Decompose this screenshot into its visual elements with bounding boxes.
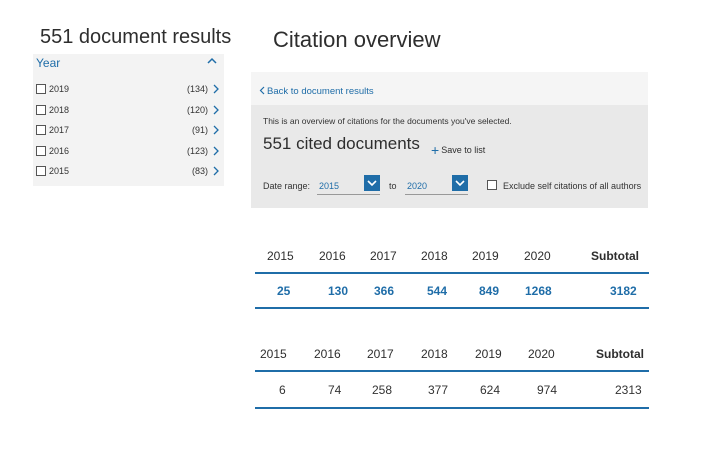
table-cell-subtotal[interactable]: 3182 — [610, 284, 637, 298]
citations-table-excluding-self: 2015 2016 2017 2018 2019 2020 Subtotal 6… — [255, 338, 649, 412]
save-to-list-label: Save to list — [441, 145, 486, 155]
chevron-left-icon — [259, 86, 265, 95]
chevron-right-icon[interactable] — [211, 103, 221, 117]
column-header: 2018 — [421, 347, 448, 361]
facet-row-count: (123) — [186, 146, 208, 156]
from-year-underline — [317, 194, 380, 195]
facet-row-2017[interactable]: 2017 (91) — [36, 123, 222, 139]
column-header: 2018 — [421, 249, 448, 263]
facet-row-2018[interactable]: 2018 (120) — [36, 103, 222, 119]
column-header: 2017 — [370, 249, 397, 263]
table-rule — [255, 272, 649, 274]
table-cell: 377 — [428, 383, 449, 397]
intro-text: This is an overview of citations for the… — [263, 116, 512, 126]
chevron-right-icon[interactable] — [211, 82, 221, 96]
to-year-underline — [405, 194, 468, 195]
to-year-value[interactable]: 2020 — [407, 181, 427, 191]
checkbox[interactable] — [36, 105, 46, 115]
column-header: 2017 — [367, 347, 394, 361]
table-rule — [255, 370, 649, 372]
exclude-self-citations-label: Exclude self citations of all authors — [503, 181, 642, 191]
chevron-down-icon — [367, 180, 377, 187]
table-cell[interactable]: 130 — [328, 284, 348, 298]
table-cell[interactable]: 544 — [427, 284, 447, 298]
chevron-down-icon — [455, 180, 465, 187]
citation-panel: Back to document results This is an over… — [251, 72, 648, 208]
table-rule — [255, 307, 649, 309]
cited-documents-title: 551 cited documents — [263, 134, 420, 153]
table-cell-subtotal: 2313 — [615, 383, 642, 397]
facet-row-label: 2015 — [49, 166, 70, 176]
facet-row-label: 2016 — [49, 146, 70, 156]
citations-table: 2015 2016 2017 2018 2019 2020 Subtotal 2… — [255, 240, 649, 310]
chevron-right-icon[interactable] — [211, 164, 221, 178]
back-link[interactable]: Back to document results — [259, 86, 374, 97]
column-header: 2015 — [267, 249, 294, 263]
column-header: 2019 — [472, 249, 499, 263]
plus-icon: + — [431, 142, 440, 158]
checkbox[interactable] — [36, 84, 46, 94]
table-cell[interactable]: 849 — [479, 284, 499, 298]
facet-row-label: 2017 — [49, 125, 70, 135]
table-cell: 974 — [537, 383, 558, 397]
column-header: 2016 — [319, 249, 346, 263]
from-year-dropdown[interactable] — [364, 175, 380, 191]
table-cell: 258 — [372, 383, 393, 397]
table-rule — [255, 407, 649, 409]
chevron-right-icon[interactable] — [211, 144, 221, 158]
date-range-label: Date range: — [263, 181, 311, 191]
save-to-list-button[interactable]: + Save to list — [431, 140, 486, 158]
column-header: 2020 — [528, 347, 555, 361]
chevron-right-icon[interactable] — [211, 123, 221, 137]
to-label: to — [389, 181, 397, 191]
table-cell[interactable]: 1268 — [525, 284, 552, 298]
column-header-subtotal: Subtotal — [591, 249, 639, 263]
table-cell: 624 — [480, 383, 501, 397]
back-link-label: Back to document results — [267, 86, 374, 97]
table-cell: 74 — [328, 383, 342, 397]
checkbox[interactable] — [36, 146, 46, 156]
exclude-self-citations-checkbox[interactable] — [487, 180, 497, 190]
year-facet-header[interactable]: Year — [36, 56, 60, 70]
column-header: 2015 — [260, 347, 287, 361]
facet-row-2019[interactable]: 2019 (134) — [36, 82, 222, 98]
column-header: 2020 — [524, 249, 551, 263]
facet-row-count: (120) — [186, 105, 208, 115]
facet-row-count: (91) — [191, 125, 208, 135]
facet-row-2015[interactable]: 2015 (83) — [36, 164, 222, 180]
to-year-dropdown[interactable] — [452, 175, 468, 191]
column-header: 2016 — [314, 347, 341, 361]
from-year-value[interactable]: 2015 — [319, 181, 339, 191]
facet-row-2016[interactable]: 2016 (123) — [36, 144, 222, 160]
facet-row-count: (83) — [191, 166, 208, 176]
facet-row-label: 2019 — [49, 84, 70, 94]
column-header: 2019 — [475, 347, 502, 361]
table-cell[interactable]: 25 — [277, 284, 290, 298]
checkbox[interactable] — [36, 125, 46, 135]
column-header-subtotal: Subtotal — [596, 347, 644, 361]
chevron-up-icon[interactable] — [205, 54, 219, 68]
results-count-title: 551 document results — [40, 26, 232, 48]
page-title: Citation overview — [273, 27, 441, 52]
year-facet: Year 2019 (134) 2018 (120) 2017 (91) 201… — [33, 54, 224, 186]
facet-row-count: (134) — [186, 84, 208, 94]
checkbox[interactable] — [36, 166, 46, 176]
table-cell: 6 — [279, 383, 286, 397]
facet-row-label: 2018 — [49, 105, 70, 115]
table-cell[interactable]: 366 — [374, 284, 394, 298]
